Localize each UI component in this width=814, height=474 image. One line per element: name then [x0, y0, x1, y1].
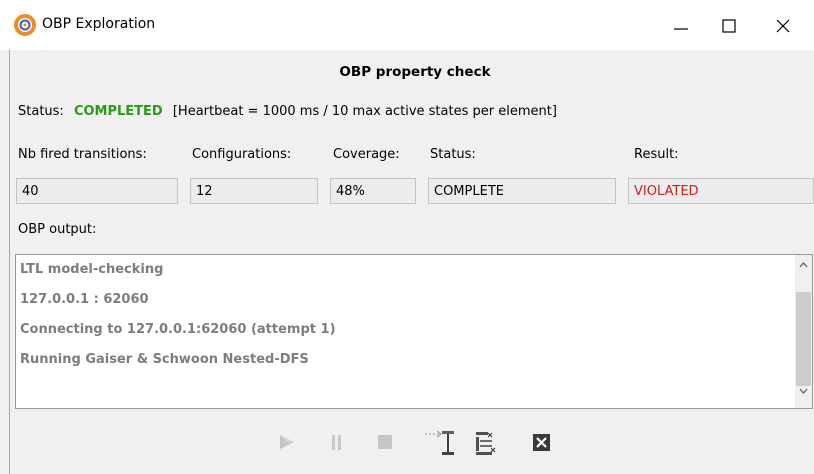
stop-icon: [378, 435, 392, 449]
result-status-label: Status:: [430, 147, 476, 162]
maximize-button[interactable]: [708, 6, 750, 46]
output-line: Connecting to 127.0.0.1:62060 (attempt 1…: [20, 322, 336, 337]
close-window-button[interactable]: [762, 6, 804, 46]
close-icon: [776, 19, 790, 33]
close-icon: [533, 434, 550, 451]
maximize-icon: [722, 19, 736, 33]
panel-heading: OBP property check: [339, 64, 491, 80]
step-button[interactable]: [424, 428, 454, 456]
filter-icon: [476, 432, 496, 455]
title-bar: OBP Exploration: [0, 0, 814, 50]
pause-icon: [332, 435, 341, 450]
status-value: COMPLETED: [73, 104, 163, 119]
output-label: OBP output:: [18, 222, 97, 237]
play-icon: [280, 435, 294, 449]
fired-transitions-label: Nb fired transitions:: [18, 147, 147, 162]
output-line: 127.0.0.1 : 62060: [20, 292, 149, 307]
minimize-button[interactable]: [660, 6, 702, 46]
window-title: OBP Exploration: [42, 16, 156, 32]
scroll-thumb[interactable]: [796, 292, 811, 386]
fired-transitions-field: 40: [16, 178, 178, 204]
coverage-label: Coverage:: [333, 147, 400, 162]
minimize-icon: [674, 28, 688, 30]
pause-button[interactable]: [324, 428, 350, 456]
filter-button[interactable]: [472, 428, 498, 456]
vertical-scrollbar[interactable]: [795, 255, 812, 408]
step-icon: [425, 430, 454, 455]
scroll-down-arrow-icon[interactable]: [799, 388, 808, 394]
status-details: [Heartbeat = 1000 ms / 10 max active sta…: [172, 104, 557, 119]
result-status-field: COMPLETE: [428, 178, 616, 204]
scroll-up-arrow-icon[interactable]: [799, 262, 808, 268]
status-label: Status:: [18, 104, 64, 119]
coverage-field: 48%: [330, 178, 416, 204]
status-line: Status: COMPLETED [Heartbeat = 1000 ms /…: [18, 104, 557, 119]
output-textarea[interactable]: LTL model-checking 127.0.0.1 : 62060 Con…: [15, 254, 813, 409]
play-button[interactable]: [274, 428, 300, 456]
result-field: VIOLATED: [628, 178, 814, 204]
app-logo-icon: [14, 14, 36, 36]
output-line: LTL model-checking: [20, 262, 164, 277]
close-exploration-button[interactable]: [530, 428, 556, 456]
stop-button[interactable]: [372, 428, 398, 456]
configurations-field: 12: [190, 178, 318, 204]
panel-border: [9, 50, 10, 474]
output-line: Running Gaiser & Schwoon Nested-DFS: [20, 352, 309, 367]
result-label: Result:: [634, 147, 679, 162]
configurations-label: Configurations:: [192, 147, 292, 162]
